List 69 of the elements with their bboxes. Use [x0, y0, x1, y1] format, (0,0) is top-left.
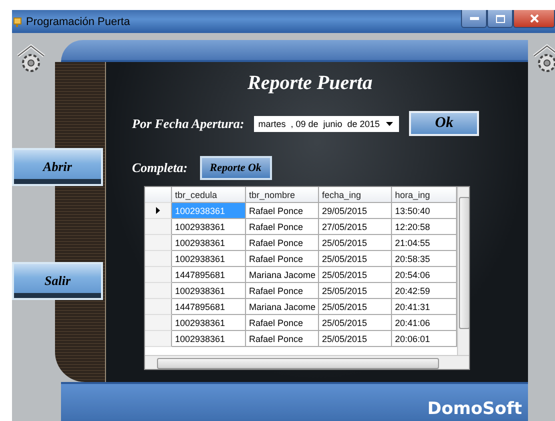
table-cell: 1002938361: [172, 219, 246, 235]
side-button[interactable]: Salir: [12, 262, 103, 300]
close-button[interactable]: [513, 10, 555, 28]
close-icon: [530, 14, 538, 23]
table-cell: 25/05/2015: [319, 251, 392, 267]
date-segment[interactable]: , 09 de: [290, 118, 318, 128]
date-segment[interactable]: junio: [323, 118, 342, 128]
table-cell: Rafael Ponce: [246, 251, 319, 267]
brand-logo: DomoSoft: [427, 399, 522, 419]
table-cell: 1002938361: [172, 251, 246, 267]
vertical-scrollbar[interactable]: [457, 187, 469, 355]
table-cell: Rafael Ponce: [246, 219, 319, 235]
table-cell: 20:54:06: [392, 267, 457, 283]
table-cell: 25/05/2015: [319, 299, 392, 315]
table-cell: 27/05/2015: [319, 219, 392, 235]
date-label: Por Fecha Apertura:: [132, 116, 244, 132]
table-cell: 25/05/2015: [319, 235, 392, 251]
table-cell: 1447895681: [172, 267, 246, 283]
table-cell: 1002938361: [172, 315, 246, 331]
table-cell: 20:06:01: [392, 331, 457, 347]
date-segment[interactable]: de 2015: [347, 118, 380, 128]
maximize-button[interactable]: [487, 10, 513, 28]
date-segment[interactable]: martes: [258, 118, 286, 128]
dropdown-arrow-icon: [386, 122, 394, 126]
row-header: [145, 187, 172, 203]
table-cell: 1002938361: [172, 235, 246, 251]
row-header[interactable]: [145, 203, 172, 219]
table-cell: Rafael Ponce: [246, 315, 319, 331]
current-row-icon: [156, 207, 160, 214]
table-cell: 1447895681: [172, 299, 246, 315]
report-title: Reporte Puerta: [248, 72, 372, 95]
table-cell: 1002938361: [172, 203, 246, 219]
table-cell: Rafael Ponce: [246, 235, 319, 251]
app-icon: [13, 16, 22, 26]
table-cell: 20:41:06: [392, 315, 457, 331]
table-cell: 20:41:31: [392, 299, 457, 315]
table-cell: 21:04:55: [392, 235, 457, 251]
column-header[interactable]: tbr_cedula: [172, 187, 246, 203]
table-cell: 29/05/2015: [319, 203, 392, 219]
table-cell: Mariana Jacome: [246, 299, 319, 315]
table-cell: 25/05/2015: [319, 331, 392, 347]
window-title: Programación Puerta: [26, 16, 130, 28]
side-button[interactable]: Abrir: [12, 148, 103, 186]
table-cell: Rafael Ponce: [246, 331, 319, 347]
table-cell: Mariana Jacome: [246, 267, 319, 283]
table-cell: 25/05/2015: [319, 267, 392, 283]
table-cell: 25/05/2015: [319, 283, 392, 299]
maximize-icon: [496, 14, 504, 22]
table-cell: 1002938361: [172, 283, 246, 299]
gear-icon[interactable]: [532, 44, 555, 74]
column-header[interactable]: tbr_nombre: [246, 187, 319, 203]
horizontal-scrollbar[interactable]: [145, 355, 469, 369]
complete-label: Completa:: [132, 160, 188, 176]
table-cell: 25/05/2015: [319, 315, 392, 331]
column-header[interactable]: hora_ing: [392, 187, 457, 203]
table-cell: 1002938361: [172, 331, 246, 347]
date-picker[interactable]: martes , 09 de junio de 2015: [254, 116, 400, 132]
table-cell: 13:50:40: [392, 203, 457, 219]
column-header[interactable]: fecha_ing: [319, 187, 392, 203]
report-button[interactable]: Reporte Ok: [200, 156, 272, 180]
table-cell: Rafael Ponce: [246, 203, 319, 219]
table-cell: 12:20:58: [392, 219, 457, 235]
minimize-icon: [470, 17, 478, 20]
minimize-button[interactable]: [461, 10, 487, 28]
ok-button[interactable]: Ok: [409, 111, 480, 136]
table-cell: 20:42:59: [392, 283, 457, 299]
table-cell: 20:58:35: [392, 251, 457, 267]
table-cell: Rafael Ponce: [246, 283, 319, 299]
gear-icon[interactable]: [16, 44, 46, 74]
